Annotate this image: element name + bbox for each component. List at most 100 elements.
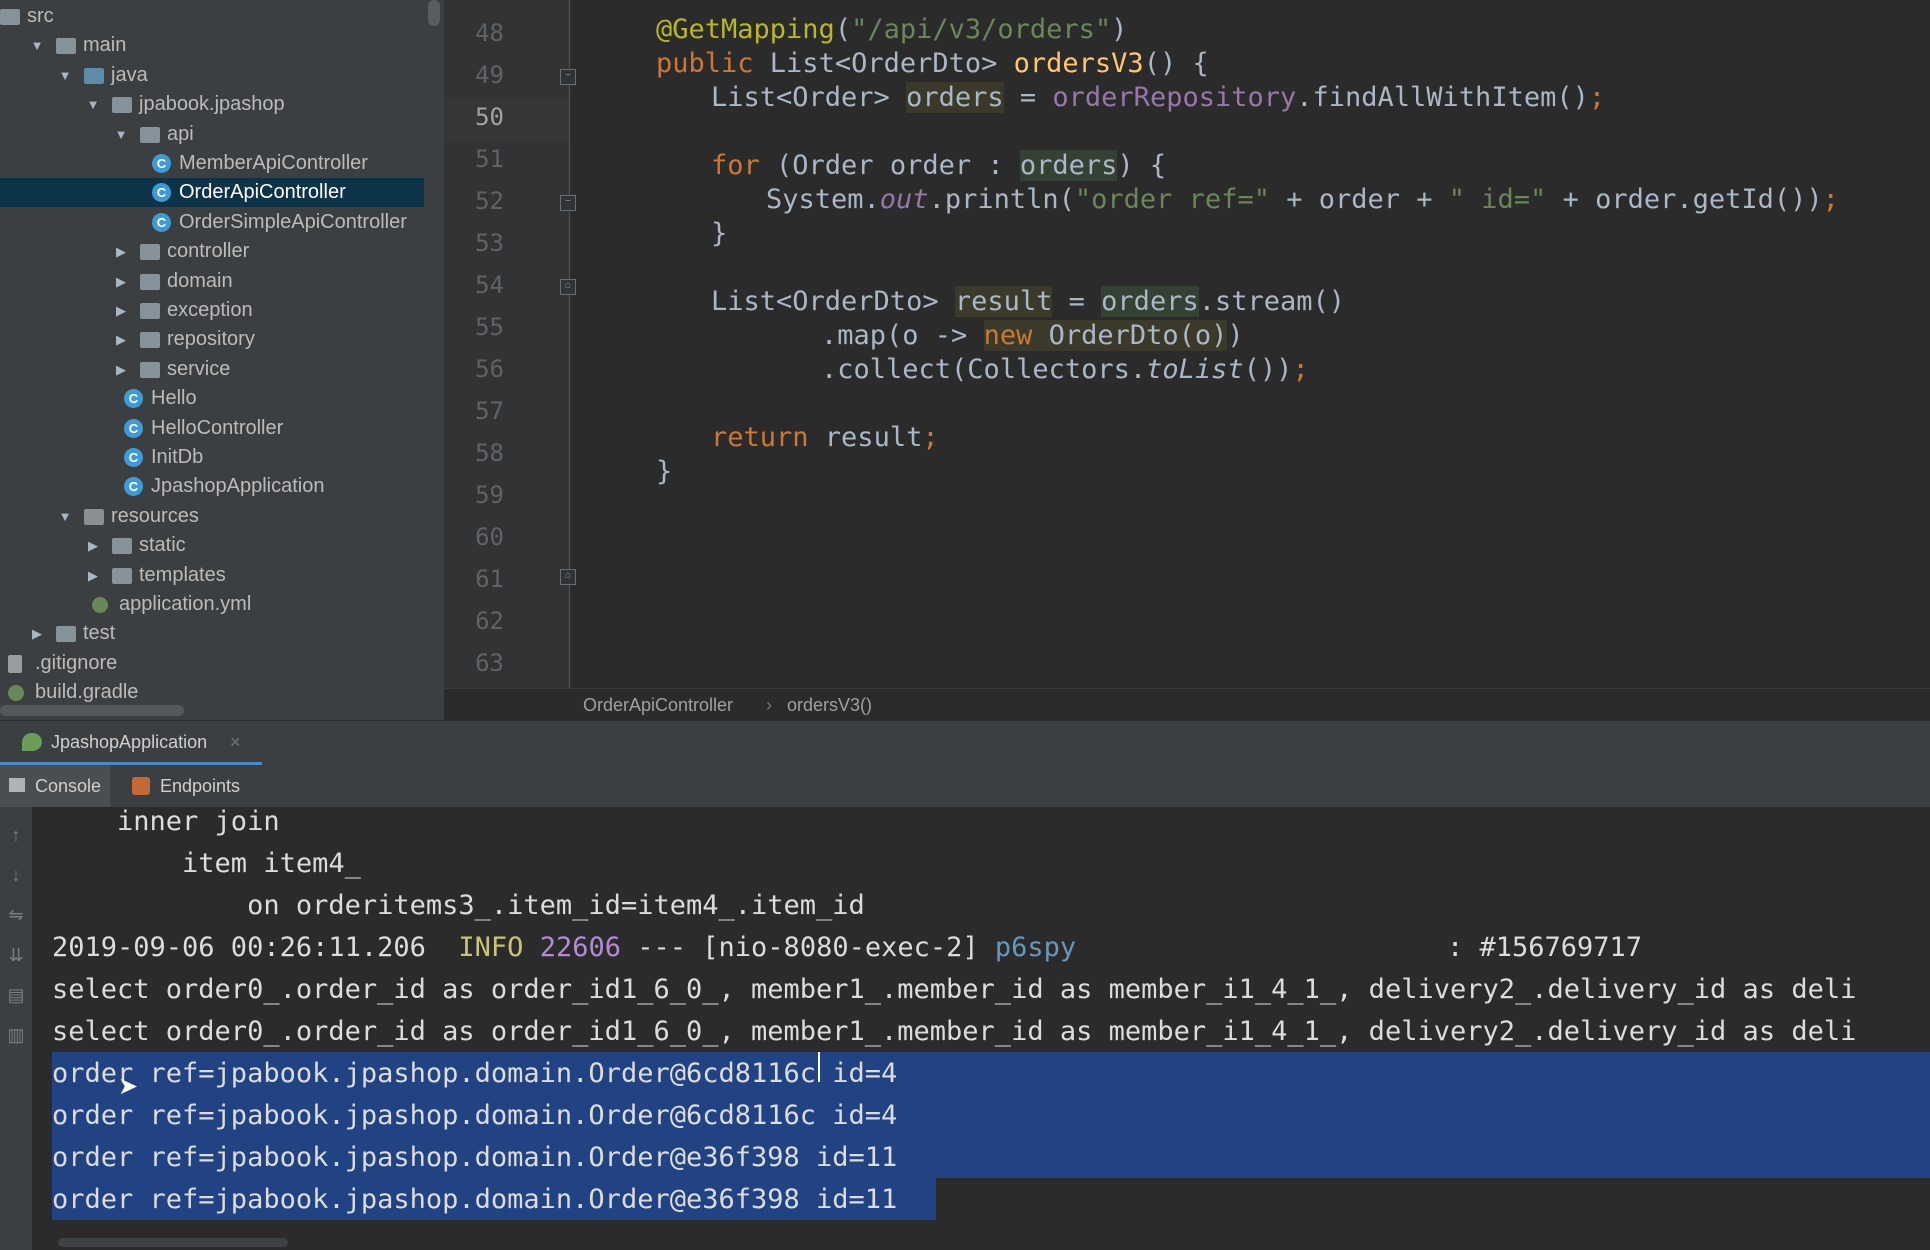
tree-item-label: templates xyxy=(139,563,226,586)
tree-item-label: test xyxy=(83,622,116,645)
folder-icon xyxy=(56,626,76,643)
console-horizontal-scrollbar[interactable] xyxy=(58,1238,288,1247)
tree-item[interactable]: C JpashopApplication xyxy=(0,472,424,501)
tree-item[interactable]: C HelloController xyxy=(0,414,424,443)
tree-item[interactable]: ▼ resources xyxy=(0,502,424,531)
collapse-arrow-icon[interactable]: ▶ xyxy=(86,561,100,590)
tree-item[interactable]: C MemberApiController xyxy=(0,149,424,178)
code-line-61[interactable]: } xyxy=(656,451,672,493)
expand-arrow-icon[interactable]: ▼ xyxy=(86,90,100,119)
tree-horizontal-scrollbar[interactable] xyxy=(0,705,184,716)
code-editor[interactable]: @GetMapping("/api/v3/orders") public Lis… xyxy=(570,0,1930,688)
close-tab-icon[interactable]: × xyxy=(230,721,241,763)
tree-vertical-scrollbar[interactable] xyxy=(428,0,440,26)
line-number[interactable]: 54 xyxy=(444,264,504,306)
line-number[interactable]: 63 xyxy=(444,642,504,684)
expand-arrow-icon[interactable]: ▼ xyxy=(58,502,72,531)
package-icon xyxy=(140,244,160,261)
line-number[interactable]: 59 xyxy=(444,474,504,516)
tree-item[interactable]: ▶ domain xyxy=(0,267,424,296)
tree-item-label: HelloController xyxy=(151,416,284,439)
collapse-arrow-icon[interactable]: ▶ xyxy=(114,355,128,384)
console-output[interactable]: inner join item item4_ on orderitems3_.i… xyxy=(32,807,1930,1250)
clear-all-icon[interactable]: ▥ xyxy=(4,1023,28,1047)
print-icon[interactable]: ▤ xyxy=(4,983,28,1007)
tree-item[interactable]: ▼ api xyxy=(0,120,424,149)
tree-item-label: domain xyxy=(167,269,233,292)
line-number[interactable]: 58 xyxy=(444,432,504,474)
breadcrumb-class[interactable]: OrderApiController xyxy=(583,689,733,721)
expand-arrow-icon[interactable]: ▼ xyxy=(30,31,44,60)
line-number[interactable]: 50 xyxy=(444,96,504,138)
scroll-up-icon[interactable]: ↑ xyxy=(4,823,28,847)
tree-item[interactable]: ▶ templates xyxy=(0,561,424,590)
soft-wrap-icon[interactable]: ⇋ xyxy=(4,903,28,927)
tree-item[interactable]: build.gradle xyxy=(0,678,424,707)
tree-item[interactable]: ▶ controller xyxy=(0,237,424,266)
tree-item[interactable]: ▶ test xyxy=(0,619,424,648)
folder-icon xyxy=(56,38,76,55)
collapse-arrow-icon[interactable]: ▶ xyxy=(86,531,100,560)
scroll-down-icon[interactable]: ↓ xyxy=(4,863,28,887)
line-number[interactable]: 61 xyxy=(444,558,504,600)
tree-item[interactable]: C InitDb xyxy=(0,443,424,472)
collapse-arrow-icon[interactable]: ▶ xyxy=(114,296,128,325)
line-number[interactable]: 60 xyxy=(444,516,504,558)
tree-item[interactable]: .gitignore xyxy=(0,649,424,678)
fold-marker-52[interactable]: − xyxy=(560,195,576,211)
tree-item[interactable]: application.yml xyxy=(0,590,424,619)
run-tab-jpashop[interactable]: JpashopApplication × xyxy=(0,721,262,765)
breadcrumb-method[interactable]: ordersV3() xyxy=(787,689,872,721)
code-line-60[interactable]: return result; xyxy=(711,417,939,459)
collapse-arrow-icon[interactable]: ▶ xyxy=(114,267,128,296)
tree-item[interactable]: C OrderSimpleApiController xyxy=(0,208,424,237)
log-level: INFO xyxy=(458,932,524,963)
tree-item[interactable]: ▶ repository xyxy=(0,325,424,354)
tree-item[interactable]: ▶ service xyxy=(0,355,424,384)
line-number[interactable]: 56 xyxy=(444,348,504,390)
console-line-selected: order ref=jpabook.jpashop.domain.Order@6… xyxy=(52,1100,898,1131)
collapse-arrow-icon[interactable]: ▶ xyxy=(30,619,44,648)
tree-item[interactable]: ▶ exception xyxy=(0,296,424,325)
spring-run-icon xyxy=(22,733,42,751)
console-subtabs: Console Endpoints xyxy=(0,765,1930,808)
code-line-50[interactable]: List<Order> orders = orderRepository.fin… xyxy=(711,77,1605,119)
line-number[interactable]: 51 xyxy=(444,138,504,180)
tab-endpoints[interactable]: Endpoints xyxy=(128,765,258,807)
code-line-58[interactable]: .collect(Collectors.toList()); xyxy=(821,349,1309,391)
tree-item[interactable]: src xyxy=(0,2,424,31)
fold-marker-61[interactable]: ⌂ xyxy=(560,569,576,585)
tab-console[interactable]: Console xyxy=(0,765,110,807)
line-number[interactable]: 57 xyxy=(444,390,504,432)
line-number[interactable]: 62 xyxy=(444,600,504,642)
tree-item[interactable]: ▶ static xyxy=(0,531,424,560)
collapse-arrow-icon[interactable]: ▶ xyxy=(114,325,128,354)
expand-arrow-icon[interactable]: ▼ xyxy=(58,61,72,90)
mapping-path-string: "/api/v3/orders" xyxy=(851,14,1112,45)
console-line-selected: order ref=jpabook.jpashop.domain.Order@e… xyxy=(52,1184,898,1215)
line-number[interactable]: 53 xyxy=(444,222,504,264)
collapse-arrow-icon[interactable]: ▶ xyxy=(114,237,128,266)
tree-item[interactable]: C OrderApiController xyxy=(0,178,424,208)
line-number[interactable]: 48 xyxy=(444,12,504,54)
tree-item-label: MemberApiController xyxy=(179,152,368,174)
line-number[interactable]: 52 xyxy=(444,180,504,222)
scroll-to-end-icon[interactable]: ⇊ xyxy=(4,943,28,967)
line-number[interactable]: 49 xyxy=(444,54,504,96)
package-icon xyxy=(140,303,160,319)
tree-item[interactable]: ▼ java xyxy=(0,61,424,90)
line-number[interactable]: 55 xyxy=(444,306,504,348)
breadcrumb-separator: › xyxy=(766,695,772,715)
tree-item-label: java xyxy=(111,63,148,86)
mouse-pointer-icon: ➤ xyxy=(118,1073,139,1100)
tree-item-label: src xyxy=(27,5,54,27)
tree-item[interactable]: C Hello xyxy=(0,384,424,413)
tree-item[interactable]: ▼ jpabook.jpashop xyxy=(0,90,424,119)
tree-item[interactable]: ▼ main xyxy=(0,31,424,60)
fold-marker-49[interactable]: − xyxy=(560,69,576,85)
fold-marker-54[interactable]: ⌂ xyxy=(560,279,576,295)
code-line-53[interactable]: System.out.println("order ref=" + order … xyxy=(766,179,1839,221)
package-icon xyxy=(140,126,160,143)
expand-arrow-icon[interactable]: ▼ xyxy=(114,120,128,149)
code-line-54[interactable]: } xyxy=(711,213,727,255)
